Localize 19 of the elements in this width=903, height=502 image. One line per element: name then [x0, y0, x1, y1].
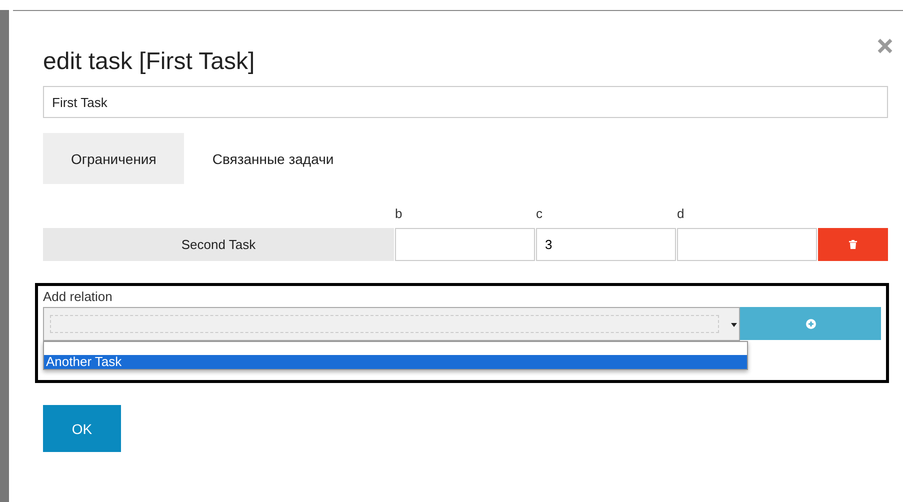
- column-header: c: [536, 206, 542, 221]
- trash-icon: [849, 240, 857, 249]
- value-field[interactable]: [677, 228, 817, 261]
- tab[interactable]: Ограничения: [43, 133, 184, 184]
- task-name-field[interactable]: First Task: [43, 86, 888, 118]
- ok-button[interactable]: OK: [43, 405, 121, 452]
- close-icon[interactable]: [877, 38, 893, 54]
- caret-icon: [731, 323, 738, 327]
- value-field[interactable]: [395, 228, 535, 261]
- column-header: d: [677, 206, 684, 221]
- column-header: b: [395, 206, 402, 221]
- dialog-title: edit task [First Task]: [43, 48, 256, 77]
- plus-circle-icon: [806, 318, 816, 328]
- value-field[interactable]: 3: [536, 228, 676, 261]
- relation-dropdown[interactable]: [43, 307, 740, 341]
- delete-button[interactable]: [818, 228, 888, 261]
- task-cell: Second Task: [43, 228, 394, 261]
- dropdown-option[interactable]: Another Task: [44, 355, 747, 369]
- field-label: Add relation: [43, 289, 114, 306]
